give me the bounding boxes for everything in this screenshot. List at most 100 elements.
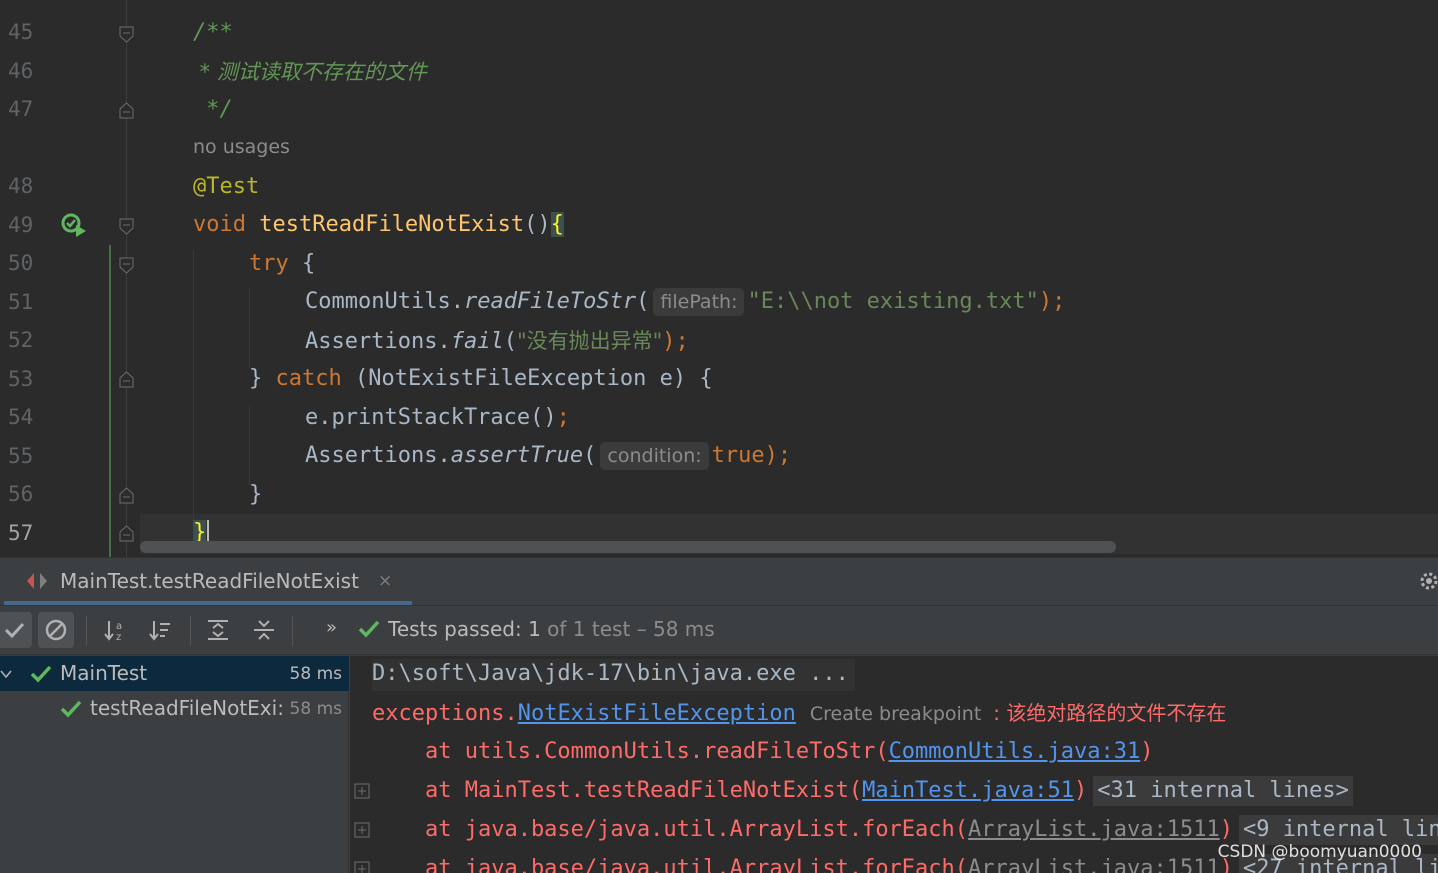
annotation: @Test <box>193 174 260 199</box>
doc-comment: * 测试读取不存在的文件 <box>193 60 427 84</box>
run-tool-window: MainTest.testReadFileNotExist × az » Tes… <box>0 557 1438 873</box>
fold-close-icon[interactable] <box>119 487 134 504</box>
check-icon <box>358 619 380 643</box>
show-ignored-button[interactable] <box>38 612 74 648</box>
catch-clause: (NotExistFileException e) { <box>341 366 713 391</box>
code-editor[interactable]: 45 46 47 48 49 50 51 52 53 54 55 56 57 /… <box>0 0 1438 557</box>
fold-open-icon[interactable] <box>119 218 134 235</box>
gear-icon[interactable] <box>1418 570 1438 596</box>
line-number: 52 <box>8 328 34 352</box>
brace: } <box>249 366 276 391</box>
paren: ( <box>503 329 517 354</box>
method-name: testReadFileNotExist <box>259 212 525 237</box>
test-tree-row[interactable]: testReadFileNotExi: 58 ms <box>0 691 349 726</box>
expand-all-icon <box>208 620 228 640</box>
paren: ( <box>636 289 650 314</box>
collapse-all-icon <box>254 620 274 640</box>
statement-end: ); <box>662 329 689 354</box>
code-line-55[interactable]: Assertions.assertTrue(condition: true); <box>305 441 791 471</box>
stack-frame-text: at MainTest.testReadFileNotExist( <box>372 778 863 803</box>
test-runner-toolbar: az <box>0 605 1438 655</box>
code-line-52[interactable]: Assertions.fail("没有抛出异常"); <box>305 326 689 356</box>
statement-end: ); <box>764 443 792 468</box>
run-config-tab[interactable]: MainTest.testReadFileNotExist × <box>0 558 412 606</box>
code-line-51[interactable]: CommonUtils.readFileToStr(filePath: "E:\\… <box>305 287 1065 317</box>
test-tree: MainTest 58 ms testReadFileNotExi: 58 ms <box>0 656 349 873</box>
stack-frame-text: ) <box>1074 778 1088 803</box>
class-ref: Assertions. <box>305 443 451 468</box>
line-number: 56 <box>8 482 34 506</box>
sort-by-duration-button[interactable] <box>142 612 178 648</box>
code-line-48[interactable]: @Test <box>193 172 259 202</box>
keyword: catch <box>275 366 342 391</box>
collapse-all-button[interactable] <box>246 612 282 648</box>
folded-internal-lines[interactable]: <31 internal lines> <box>1093 776 1353 806</box>
more-actions-button[interactable]: » <box>326 617 337 638</box>
brace: { <box>288 251 316 276</box>
console-output[interactable]: D:\soft\Java\jdk-17\bin\java.exe ... exc… <box>350 656 1438 873</box>
test-tree-row[interactable]: MainTest 58 ms <box>0 656 349 691</box>
show-passed-button[interactable] <box>0 612 32 648</box>
check-icon <box>60 700 82 718</box>
editor-gutter: 45 46 47 48 49 50 51 52 53 54 55 56 57 <box>0 0 140 557</box>
line-number: 46 <box>8 59 34 83</box>
exception-class-link[interactable]: NotExistFileException <box>518 701 796 726</box>
fold-close-icon[interactable] <box>119 102 134 119</box>
test-tree-label: MainTest <box>60 661 148 685</box>
method-call: readFileToStr <box>463 289 637 314</box>
source-link[interactable]: CommonUtils.java:31 <box>889 739 1141 764</box>
chevron-down-icon[interactable] <box>0 668 12 680</box>
run-test-icon[interactable] <box>60 212 88 238</box>
line-number: 48 <box>8 174 34 198</box>
console-exception-line: exceptions.NotExistFileException Create b… <box>372 698 1226 730</box>
folded-internal-lines[interactable]: <9 internal lines> <box>1238 815 1438 845</box>
usages-hint[interactable]: no usages <box>193 136 290 158</box>
console-command-line[interactable]: D:\soft\Java\jdk-17\bin\java.exe ... <box>372 659 855 691</box>
create-breakpoint-link[interactable]: Create breakpoint <box>802 699 989 729</box>
code-line-45[interactable]: /** <box>193 18 233 48</box>
expand-icon[interactable] <box>354 822 370 838</box>
keyword: true <box>711 443 765 468</box>
method-call: e.printStackTrace() <box>305 405 557 430</box>
parens: () <box>524 212 551 237</box>
fold-close-icon[interactable] <box>119 371 134 388</box>
code-line-56[interactable]: } <box>249 480 262 510</box>
fold-open-icon[interactable] <box>119 257 134 274</box>
expand-all-button[interactable] <box>200 612 236 648</box>
run-tab-label: MainTest.testReadFileNotExist <box>60 569 359 593</box>
stack-frame-text: ) <box>1140 739 1154 764</box>
source-link[interactable]: ArrayList.java:1511 <box>968 856 1220 873</box>
watermark: CSDN @boomyuan0000 <box>1217 842 1422 862</box>
line-number: 50 <box>8 251 34 275</box>
brace: } <box>249 482 263 507</box>
expand-icon[interactable] <box>354 861 370 873</box>
code-line-46[interactable]: * 测试读取不存在的文件 <box>193 57 427 87</box>
line-number: 53 <box>8 367 34 391</box>
code-line-54[interactable]: e.printStackTrace(); <box>305 403 570 433</box>
statement-end: ; <box>556 405 570 430</box>
test-duration: 58 ms <box>289 664 342 684</box>
vcs-change-marker[interactable] <box>109 245 111 557</box>
fold-close-icon[interactable] <box>119 525 134 542</box>
sort-alphabetically-button[interactable]: az <box>97 612 133 648</box>
exception-package: exceptions. <box>372 701 518 726</box>
line-number: 51 <box>8 290 34 314</box>
expand-icon[interactable] <box>354 783 370 799</box>
close-icon[interactable]: × <box>378 571 392 591</box>
indent-guide <box>249 405 250 485</box>
test-duration: 58 ms <box>289 699 342 719</box>
method-call: fail <box>450 329 504 354</box>
code-line-47[interactable]: */ <box>193 95 233 125</box>
source-link[interactable]: ArrayList.java:1511 <box>968 817 1220 842</box>
line-number: 55 <box>8 444 34 468</box>
check-icon <box>30 665 52 683</box>
code-line-49[interactable]: void testReadFileNotExist(){ <box>193 210 564 240</box>
source-link[interactable]: MainTest.java:51 <box>862 778 1074 803</box>
stack-frame-text: ) <box>1219 817 1233 842</box>
horizontal-scrollbar[interactable] <box>140 541 1116 553</box>
string-literal: "E:\\not existing.txt" <box>747 289 1039 314</box>
code-line-50[interactable]: try { <box>249 249 315 279</box>
fold-open-icon[interactable] <box>119 26 134 43</box>
run-tab-bar: MainTest.testReadFileNotExist × <box>0 557 1438 605</box>
code-line-53[interactable]: } catch (NotExistFileException e) { <box>249 364 713 394</box>
